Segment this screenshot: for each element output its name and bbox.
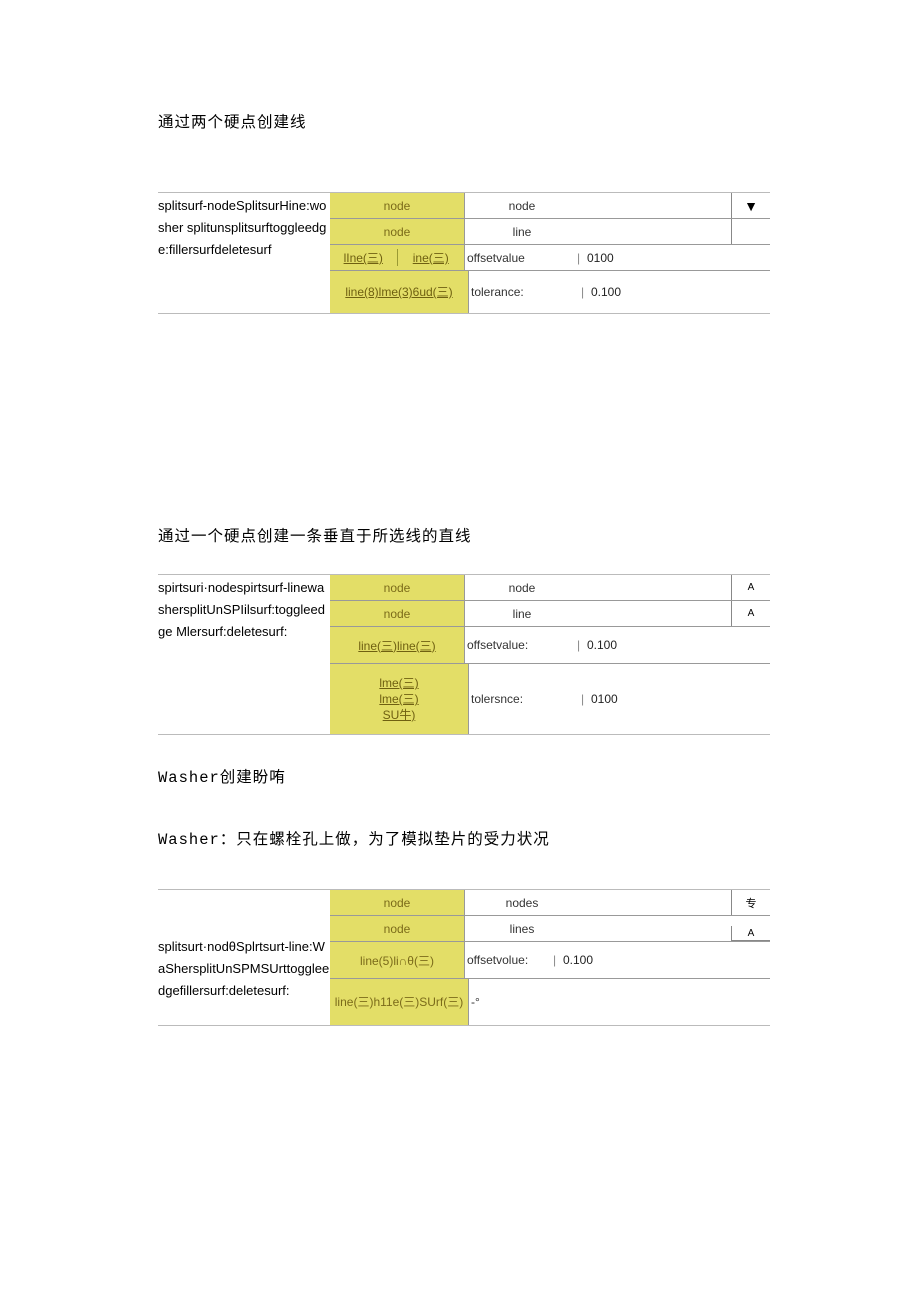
cell-node[interactable]: node <box>330 916 465 941</box>
table-row: node nodes 专 <box>330 890 770 916</box>
cell-line-multi[interactable]: line(8)lme(3)6ud(三) <box>330 271 469 313</box>
table-row: lme(三) lme(三) SU牛) tolersnce: | 0100 <box>330 664 770 734</box>
value-tolerance[interactable]: 0.100 <box>587 271 770 313</box>
cell-line-val: line <box>465 219 577 244</box>
cell-node[interactable]: node <box>330 219 465 244</box>
table-row: line(三)line(三) offsetvalue: | 0.100 <box>330 627 770 664</box>
cell-node-val: node <box>465 193 577 218</box>
label-offsetvalue: offsetvalue: <box>465 627 577 663</box>
table-row: line(三)h11e(三)SUrf(三) -° <box>330 979 770 1025</box>
heading-1: 通过两个硬点创建线 <box>158 110 770 132</box>
cell-lineline[interactable]: line(三)line(三) <box>330 627 465 663</box>
triangle-down-icon[interactable]: ▼ <box>731 193 770 218</box>
value-offsetvalue[interactable]: 0.100 <box>559 942 770 978</box>
panel-1-left-text: splitsurf-nodeSplitsurHine:wosher splitu… <box>158 193 330 313</box>
dropdown-icon[interactable]: 专 <box>731 890 770 915</box>
cell-line-multi[interactable]: lme(三) lme(三) SU牛) <box>330 664 469 734</box>
cell-line5[interactable]: line(5)li∩θ(三) <box>330 942 465 978</box>
label-offsetvalue: offsetvalue <box>465 245 577 270</box>
caret-icon[interactable]: A <box>731 575 770 600</box>
table-row: node lines A <box>330 916 770 942</box>
cell-line-surf[interactable]: line(三)h11e(三)SUrf(三) <box>330 979 469 1025</box>
table-row: line(8)lme(3)6ud(三) tolerance: | 0.100 <box>330 271 770 313</box>
heading-3: Washer创建盼哊 <box>158 765 770 787</box>
cell-node-val: node <box>465 575 577 600</box>
heading-4: Washer：只在螺栓孔上做，为了模拟垫片的受力状况 <box>158 827 770 849</box>
label-dash: -° <box>469 979 581 1025</box>
value-offsetvalue[interactable]: 0100 <box>583 245 770 270</box>
cell-line-split[interactable]: lIne(三) ine(三) <box>330 245 465 270</box>
cell-node[interactable]: node <box>330 601 465 626</box>
cell-nodes-val: nodes <box>465 890 577 915</box>
heading-2: 通过一个硬点创建一条垂直于所选线的直线 <box>158 524 770 546</box>
table-row: node node A <box>330 575 770 601</box>
cell-line-val: line <box>465 601 577 626</box>
cell-lines-val: lines <box>465 916 577 941</box>
caret-icon[interactable]: A <box>731 601 770 626</box>
table-row: lIne(三) ine(三) offsetvalue | 0100 <box>330 245 770 271</box>
cell-node[interactable]: node <box>330 193 465 218</box>
panel-2: spirtsuri·nodespirtsurf-linewashersplitU… <box>158 574 770 735</box>
table-row: node node ▼ <box>330 193 770 219</box>
cell-node[interactable]: node <box>330 575 465 600</box>
panel-2-left-text: spirtsuri·nodespirtsurf-linewashersplitU… <box>158 575 330 734</box>
panel-3-left-text: splitsurt·nodθSplrtsurt-line:WaShersplit… <box>158 890 330 1025</box>
value-offsetvalue[interactable]: 0.100 <box>583 627 770 663</box>
cell-node[interactable]: node <box>330 890 465 915</box>
label-offsetvalue: offsetvolue: <box>465 942 553 978</box>
label-tolerance: tolerance: <box>469 271 581 313</box>
table-row: line(5)li∩θ(三) offsetvolue: | 0.100 <box>330 942 770 979</box>
caret-icon[interactable]: A <box>731 926 770 941</box>
label-tolerance: tolersnce: <box>469 664 581 734</box>
table-row: node line <box>330 219 770 245</box>
panel-3: splitsurt·nodθSplrtsurt-line:WaShersplit… <box>158 889 770 1026</box>
value-tolerance[interactable]: 0100 <box>587 664 770 734</box>
panel-1: splitsurf-nodeSplitsurHine:wosher splitu… <box>158 192 770 314</box>
table-row: node line A <box>330 601 770 627</box>
